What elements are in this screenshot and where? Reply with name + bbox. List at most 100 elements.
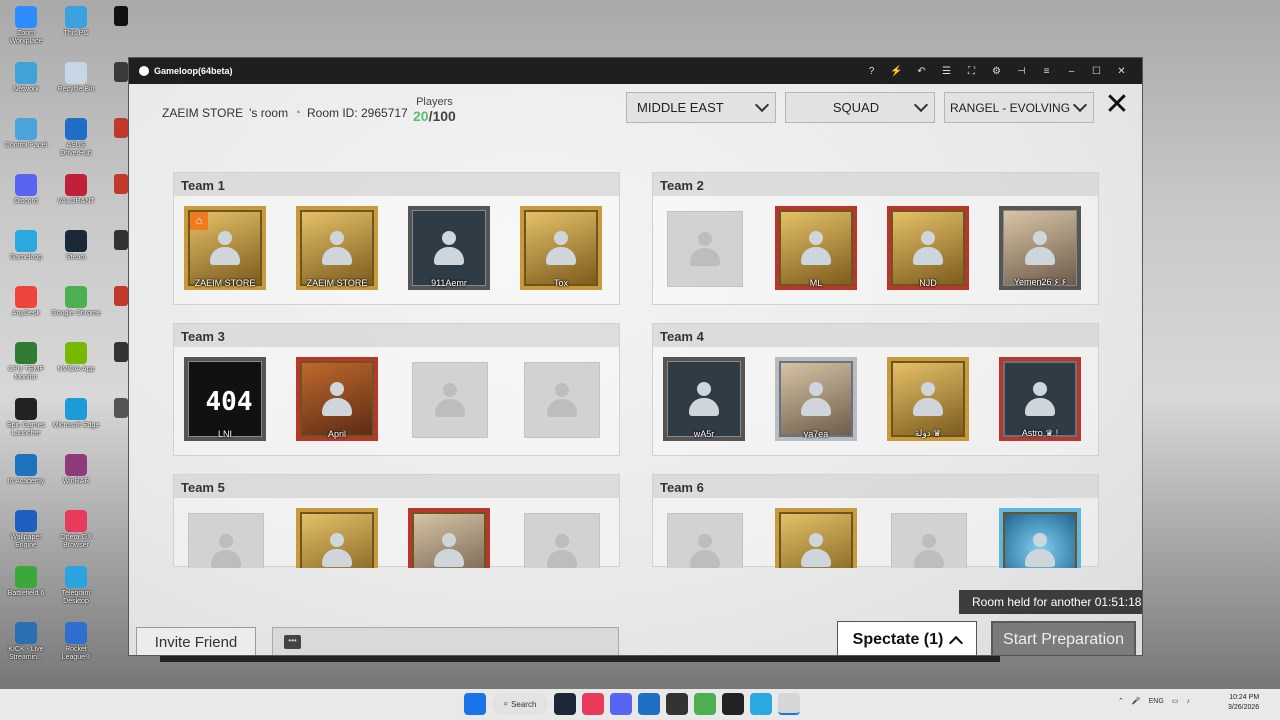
app-icon bbox=[15, 62, 37, 84]
desktop-icon[interactable]: Discord bbox=[0, 174, 52, 206]
player-slot[interactable]: 911Aemr bbox=[408, 206, 490, 294]
help-icon[interactable]: ? bbox=[861, 66, 882, 77]
empty-slot[interactable] bbox=[887, 508, 969, 568]
gameloop-taskbar-icon[interactable] bbox=[750, 693, 772, 715]
player-slot[interactable]: ZAEIM STORE bbox=[296, 206, 378, 294]
desktop-icon[interactable]: Control Panel bbox=[0, 118, 52, 150]
player-slot[interactable]: Astro ♛ ! bbox=[999, 357, 1081, 445]
empty-slot[interactable] bbox=[520, 357, 602, 445]
app-icon[interactable] bbox=[722, 693, 744, 715]
empty-slot[interactable] bbox=[184, 508, 266, 568]
desktop-icon[interactable]: AnyDesk bbox=[0, 286, 52, 318]
empty-slot[interactable] bbox=[520, 508, 602, 568]
desktop-icon[interactable]: Gameloop bbox=[0, 230, 52, 262]
desktop-icon-partial[interactable] bbox=[114, 342, 128, 362]
desktop-icon[interactable]: Io Academy bbox=[0, 454, 52, 486]
player-slot[interactable]: 404 LNI bbox=[184, 357, 266, 445]
language-indicator[interactable]: ENG bbox=[1149, 698, 1164, 705]
network-icon[interactable]: ▭ bbox=[1172, 697, 1179, 705]
player-slot[interactable]: ML bbox=[775, 206, 857, 294]
discord-icon[interactable] bbox=[610, 693, 632, 715]
keymap-icon[interactable]: ☰ bbox=[936, 66, 957, 77]
chevron-up-icon[interactable]: ⌃ bbox=[1118, 697, 1124, 705]
desktop-icon[interactable]: VALORANT bbox=[50, 174, 102, 206]
desktop-icon-partial[interactable] bbox=[114, 286, 128, 306]
clock[interactable]: 10:24 PM 3/26/2026 bbox=[1228, 693, 1259, 713]
desktop-icon-partial[interactable] bbox=[114, 118, 128, 138]
avatar-badge-text: 404 bbox=[205, 387, 253, 417]
desktop-icon[interactable]: Battlefield 6 bbox=[0, 566, 52, 598]
spectate-button[interactable]: Spectate (1) bbox=[837, 621, 977, 655]
desktop-icon[interactable]: Microsoft Edge bbox=[50, 398, 102, 430]
fullscreen-icon[interactable]: ⛶ bbox=[961, 66, 982, 77]
player-slot[interactable]: Yemen26 ۶ ۶ bbox=[999, 206, 1081, 294]
chat-icon[interactable]: ••• bbox=[284, 635, 301, 649]
settings-icon[interactable]: ⚙ bbox=[986, 66, 1007, 77]
desktop-icon[interactable]: Network bbox=[0, 62, 52, 94]
player-slot[interactable]: Tox bbox=[520, 206, 602, 294]
desktop-icon-partial[interactable] bbox=[114, 230, 128, 250]
maximize-icon[interactable]: ☐ bbox=[1086, 66, 1107, 77]
window-titlebar[interactable]: Gameloop(64beta) ? ⚡ ↶ ☰ ⛶ ⚙ ⊣ ≡ – ☐ ✕ bbox=[129, 58, 1142, 84]
player-slot[interactable]: wA5r bbox=[663, 357, 745, 445]
desktop-icons: Zoom Workplace This PC Network Recycle Bin C… bbox=[0, 0, 128, 680]
player-slot[interactable]: April bbox=[296, 357, 378, 445]
mode-dropdown[interactable]: SQUAD bbox=[785, 92, 935, 123]
desktop-icon[interactable]: WinRAR bbox=[50, 454, 102, 486]
desktop-icon[interactable]: Zoom Workplace bbox=[0, 6, 52, 46]
pin-icon[interactable]: ⊣ bbox=[1011, 66, 1032, 77]
back-icon[interactable]: ↶ bbox=[911, 66, 932, 77]
desktop-icon[interactable]: Steam bbox=[50, 230, 102, 262]
desktop-icon-partial[interactable] bbox=[114, 6, 128, 26]
start-preparation-button[interactable]: Start Preparation bbox=[991, 621, 1136, 655]
desktop-icon[interactable]: Epic Games Launcher bbox=[0, 398, 52, 438]
desktop-icon[interactable]: Telegram Desktop bbox=[50, 566, 102, 606]
player-slot[interactable] bbox=[999, 508, 1081, 568]
steam-icon[interactable] bbox=[554, 693, 576, 715]
minimize-icon[interactable]: – bbox=[1061, 66, 1082, 77]
desktop-icon[interactable]: KICK - Live Streamin... bbox=[0, 622, 52, 662]
player-slot[interactable]: NJD bbox=[887, 206, 969, 294]
close-room-icon[interactable]: ✕ bbox=[1102, 90, 1132, 122]
desktop-icon-partial[interactable] bbox=[114, 62, 128, 82]
active-app-icon[interactable] bbox=[778, 693, 800, 715]
desktop-icon[interactable]: Wallpaper Engine bbox=[0, 510, 52, 550]
empty-slot[interactable] bbox=[408, 357, 490, 445]
avatar-silhouette-icon bbox=[685, 380, 723, 418]
desktop-icon[interactable]: This PC bbox=[50, 6, 102, 38]
menu-icon[interactable]: ≡ bbox=[1036, 66, 1057, 77]
chat-input[interactable]: ••• bbox=[272, 627, 619, 655]
desktop-icon[interactable]: CPU TEMP Monitor bbox=[0, 342, 52, 382]
desktop-icon[interactable]: Recycle Bin bbox=[50, 62, 102, 94]
empty-slot[interactable] bbox=[663, 206, 745, 294]
desktop-icon-partial[interactable] bbox=[114, 174, 128, 194]
clock-date: 3/26/2026 bbox=[1228, 704, 1260, 711]
desktop-icon[interactable]: Rocket League® bbox=[50, 622, 102, 662]
player-slot[interactable] bbox=[296, 508, 378, 568]
player-slot[interactable] bbox=[408, 508, 490, 568]
map-dropdown[interactable]: RANGEL - EVOLVING bbox=[944, 92, 1094, 123]
region-dropdown[interactable]: MIDDLE EAST bbox=[626, 92, 776, 123]
desktop-icon-partial[interactable] bbox=[114, 398, 128, 418]
player-slot[interactable]: ⌂ ZAEIM STORE bbox=[184, 206, 266, 294]
boost-icon[interactable]: ⚡ bbox=[886, 66, 907, 77]
chrome-icon[interactable] bbox=[694, 693, 716, 715]
asus-icon[interactable] bbox=[638, 693, 660, 715]
start-icon[interactable] bbox=[464, 693, 486, 715]
mic-icon[interactable]: 🎤 bbox=[1132, 697, 1141, 705]
close-window-icon[interactable]: ✕ bbox=[1111, 66, 1132, 77]
opera-gx-icon[interactable] bbox=[582, 693, 604, 715]
desktop-icon[interactable]: Opera GX Browser bbox=[50, 510, 102, 550]
taskbar-search[interactable]: ⌕ Search bbox=[492, 693, 548, 715]
empty-slot[interactable] bbox=[663, 508, 745, 568]
desktop-icon-label: KICK - Live Streamin... bbox=[8, 646, 44, 661]
invite-friend-button[interactable]: Invite Friend bbox=[136, 627, 256, 655]
desktop-icon[interactable]: ASUS DriverHub bbox=[50, 118, 102, 158]
player-slot[interactable] bbox=[775, 508, 857, 568]
player-slot[interactable]: دولة ♛ bbox=[887, 357, 969, 445]
desktop-icon[interactable]: Google Chrome bbox=[50, 286, 102, 318]
player-slot[interactable]: ya7ea bbox=[775, 357, 857, 445]
desktop-icon[interactable]: NVIDIA App bbox=[50, 342, 102, 374]
volume-icon[interactable]: ♪ bbox=[1186, 698, 1190, 705]
wordpad-icon[interactable] bbox=[666, 693, 688, 715]
